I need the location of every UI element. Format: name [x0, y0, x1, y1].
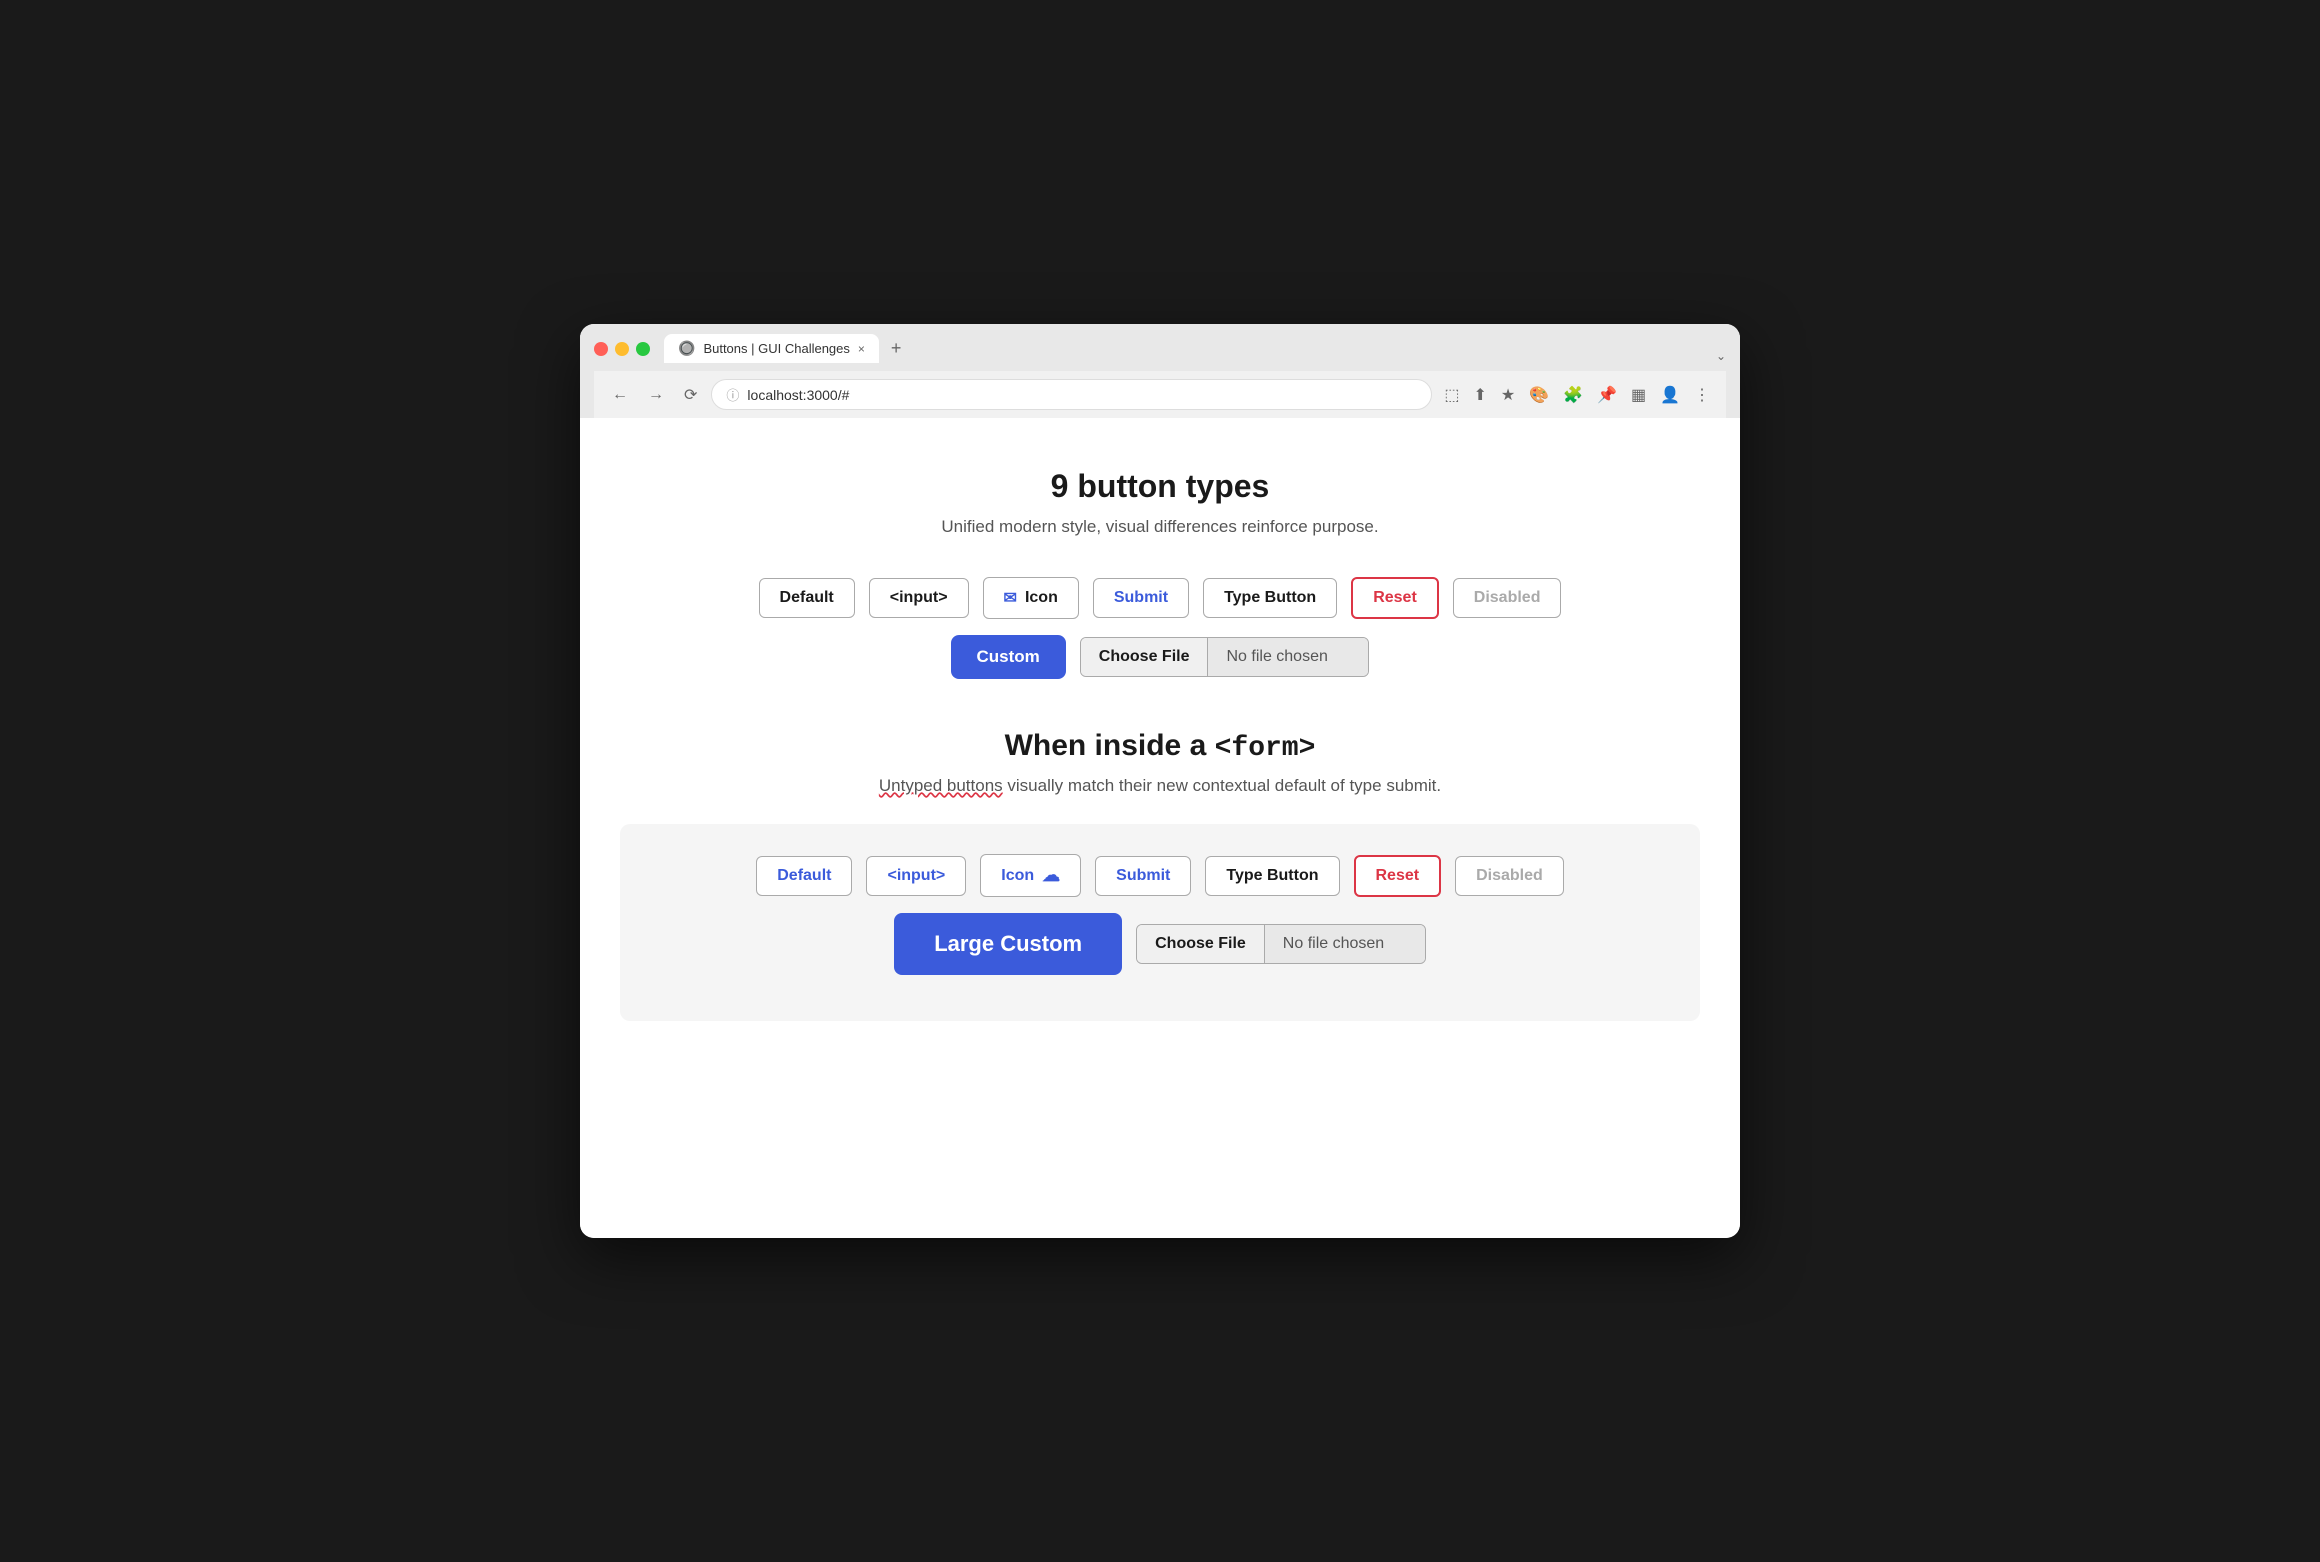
form-subtitle-before: Untyped buttons: [879, 776, 1003, 795]
maximize-traffic-light[interactable]: [636, 342, 650, 356]
form-container: Default <input> Icon ☁ Submit Type Butto…: [620, 824, 1700, 1021]
menu-icon[interactable]: ⋮: [1690, 381, 1714, 409]
traffic-lights: [594, 342, 650, 356]
button-row-2: Custom Choose File No file chosen: [610, 635, 1710, 679]
back-button[interactable]: ←: [606, 382, 634, 408]
new-tab-button[interactable]: +: [883, 334, 910, 363]
extensions-icon[interactable]: 🧩: [1559, 381, 1587, 409]
type-button[interactable]: Type Button: [1203, 578, 1337, 618]
file-choose-button[interactable]: Choose File: [1081, 638, 1209, 676]
form-submit-button[interactable]: Submit: [1095, 856, 1191, 896]
tab-title: Buttons | GUI Challenges: [703, 341, 849, 356]
form-type-button[interactable]: Type Button: [1205, 856, 1339, 896]
pin-icon[interactable]: 📌: [1593, 381, 1621, 409]
custom-button[interactable]: Custom: [951, 635, 1066, 679]
tab-favicon-icon: 🔘: [678, 340, 695, 357]
chrome-titlebar: 🔘 Buttons | GUI Challenges × + ⌄ ← → ⟳ ⓘ…: [580, 324, 1740, 418]
browser-window: 🔘 Buttons | GUI Challenges × + ⌄ ← → ⟳ ⓘ…: [580, 324, 1740, 1238]
form-section-subtitle: Untyped buttons visually match their new…: [610, 776, 1710, 796]
forward-button[interactable]: →: [642, 382, 670, 408]
form-file-input-wrapper[interactable]: Choose File No file chosen: [1136, 924, 1426, 964]
minimize-traffic-light[interactable]: [615, 342, 629, 356]
address-icon: ⓘ: [726, 385, 739, 404]
envelope-icon: ✉: [1004, 588, 1017, 608]
active-tab[interactable]: 🔘 Buttons | GUI Challenges ×: [664, 334, 879, 363]
input-button[interactable]: <input>: [869, 578, 969, 618]
tab-bar: 🔘 Buttons | GUI Challenges × + ⌄: [664, 334, 1726, 363]
sidebar-toggle-icon[interactable]: ▦: [1627, 381, 1650, 409]
form-icon-button[interactable]: Icon ☁: [980, 854, 1081, 897]
form-tag-code: <form>: [1215, 733, 1316, 764]
address-text: localhost:3000/#: [747, 387, 849, 403]
extension-icon-1[interactable]: 🎨: [1525, 381, 1553, 409]
disabled-button: Disabled: [1453, 578, 1562, 618]
page-title: 9 button types: [610, 468, 1710, 505]
icon-button[interactable]: ✉ Icon: [983, 577, 1079, 619]
form-button-row-1: Default <input> Icon ☁ Submit Type Butto…: [650, 854, 1670, 897]
button-row-1: Default <input> ✉ Icon Submit Type Butto…: [610, 577, 1710, 619]
toolbar-icons: ⬚ ⬆ ★ 🎨 🧩 📌 ▦ 👤 ⋮: [1440, 381, 1714, 409]
tab-dropdown-icon[interactable]: ⌄: [1716, 349, 1726, 363]
share-icon[interactable]: ⬆: [1469, 381, 1490, 409]
submit-button[interactable]: Submit: [1093, 578, 1189, 618]
form-reset-button[interactable]: Reset: [1354, 855, 1442, 897]
form-button-row-2: Large Custom Choose File No file chosen: [650, 913, 1670, 975]
icon-button-label: Icon: [1025, 589, 1058, 607]
form-disabled-button: Disabled: [1455, 856, 1564, 896]
form-section-title: When inside a <form>: [610, 729, 1710, 764]
form-file-choose-button[interactable]: Choose File: [1137, 925, 1265, 963]
tab-close-button[interactable]: ×: [858, 342, 865, 356]
form-subtitle-after: visually match their new contextual defa…: [1003, 776, 1441, 795]
cloud-icon: ☁: [1042, 865, 1060, 886]
close-traffic-light[interactable]: [594, 342, 608, 356]
default-button[interactable]: Default: [759, 578, 855, 618]
form-default-button[interactable]: Default: [756, 856, 852, 896]
form-icon-label: Icon: [1001, 867, 1034, 885]
reload-button[interactable]: ⟳: [678, 381, 703, 409]
form-input-button[interactable]: <input>: [866, 856, 966, 896]
page-subtitle: Unified modern style, visual differences…: [610, 517, 1710, 537]
reset-button[interactable]: Reset: [1351, 577, 1439, 619]
chrome-toolbar: ← → ⟳ ⓘ localhost:3000/# ⬚ ⬆ ★ 🎨 🧩 📌 ▦ 👤…: [594, 371, 1726, 418]
large-custom-button[interactable]: Large Custom: [894, 913, 1122, 975]
file-input-wrapper[interactable]: Choose File No file chosen: [1080, 637, 1370, 677]
form-title-text: When inside a: [1005, 729, 1215, 762]
external-link-icon[interactable]: ⬚: [1440, 381, 1463, 409]
page-content: 9 button types Unified modern style, vis…: [580, 418, 1740, 1238]
bookmark-icon[interactable]: ★: [1497, 381, 1519, 409]
form-file-no-chosen-label: No file chosen: [1265, 925, 1425, 963]
profile-icon[interactable]: 👤: [1656, 381, 1684, 409]
file-no-chosen-label: No file chosen: [1208, 638, 1368, 676]
address-bar[interactable]: ⓘ localhost:3000/#: [711, 379, 1432, 410]
